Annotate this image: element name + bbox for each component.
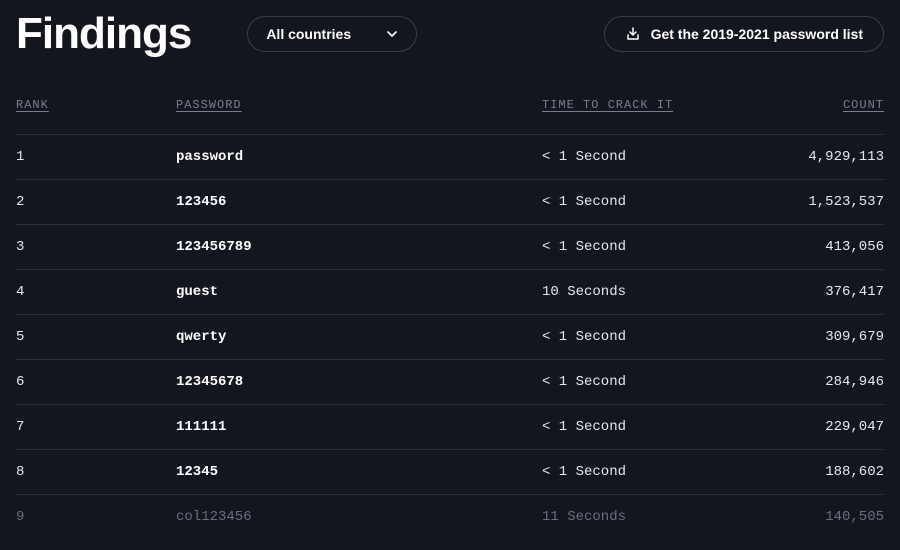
header: Findings All countries Get the 2019-2021… [0,0,900,80]
cell-time: < 1 Second [516,194,746,210]
table-row[interactable]: 812345< 1 Second188,602 [16,449,884,494]
cell-rank: 9 [16,509,176,525]
download-icon [625,26,641,42]
col-password[interactable]: PASSWORD [176,98,516,112]
table-row[interactable]: 4guest10 Seconds376,417 [16,269,884,314]
col-rank[interactable]: RANK [16,98,176,112]
cell-time: 10 Seconds [516,284,746,300]
cell-rank: 1 [16,149,176,165]
cell-rank: 2 [16,194,176,210]
cell-password: password [176,149,516,165]
cell-time: < 1 Second [516,419,746,435]
download-password-list-button[interactable]: Get the 2019-2021 password list [604,16,884,52]
cell-password: guest [176,284,516,300]
cell-count: 229,047 [746,419,884,435]
table-row[interactable]: 9col12345611 Seconds140,505 [16,494,884,539]
cell-time: < 1 Second [516,239,746,255]
cell-count: 309,679 [746,329,884,345]
cell-password: 12345678 [176,374,516,390]
cell-time: < 1 Second [516,329,746,345]
table-header: RANK PASSWORD TIME TO CRACK IT COUNT [16,80,884,134]
cell-rank: 6 [16,374,176,390]
cell-password: 123456789 [176,239,516,255]
chevron-down-icon [386,28,398,40]
table-row[interactable]: 3123456789< 1 Second413,056 [16,224,884,269]
cell-rank: 4 [16,284,176,300]
table-row[interactable]: 1password< 1 Second4,929,113 [16,134,884,179]
download-label: Get the 2019-2021 password list [651,26,863,42]
cell-count: 376,417 [746,284,884,300]
cell-count: 1,523,537 [746,194,884,210]
cell-time: < 1 Second [516,149,746,165]
header-controls: All countries Get the 2019-2021 password… [247,16,884,52]
table-row[interactable]: 612345678< 1 Second284,946 [16,359,884,404]
cell-rank: 5 [16,329,176,345]
table-row[interactable]: 2123456< 1 Second1,523,537 [16,179,884,224]
table-row[interactable]: 5qwerty< 1 Second309,679 [16,314,884,359]
cell-password: col123456 [176,509,516,525]
cell-password: qwerty [176,329,516,345]
cell-count: 140,505 [746,509,884,525]
findings-table: RANK PASSWORD TIME TO CRACK IT COUNT 1pa… [0,80,900,539]
table-body: 1password< 1 Second4,929,1132123456< 1 S… [16,134,884,539]
table-row[interactable]: 7111111< 1 Second229,047 [16,404,884,449]
cell-rank: 3 [16,239,176,255]
col-count[interactable]: COUNT [746,98,884,112]
cell-count: 284,946 [746,374,884,390]
cell-time: < 1 Second [516,464,746,480]
country-dropdown[interactable]: All countries [247,16,417,52]
cell-password: 123456 [176,194,516,210]
cell-count: 188,602 [746,464,884,480]
cell-time: 11 Seconds [516,509,746,525]
dropdown-label: All countries [266,26,351,42]
cell-count: 4,929,113 [746,149,884,165]
cell-password: 111111 [176,419,516,435]
cell-password: 12345 [176,464,516,480]
page-title: Findings [16,12,191,56]
cell-count: 413,056 [746,239,884,255]
col-time[interactable]: TIME TO CRACK IT [516,98,746,112]
cell-time: < 1 Second [516,374,746,390]
cell-rank: 7 [16,419,176,435]
cell-rank: 8 [16,464,176,480]
